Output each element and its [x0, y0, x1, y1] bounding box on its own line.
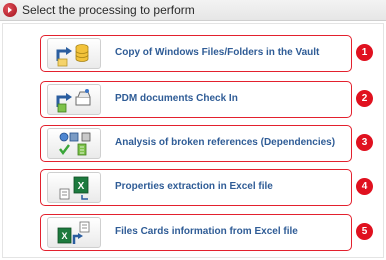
step-badge: 1: [356, 44, 373, 61]
svg-text:X: X: [61, 231, 67, 241]
check-in-icon: [47, 84, 101, 115]
action-label: Analysis of broken references (Dependenc…: [115, 137, 336, 148]
processing-dialog: Select the processing to perform Copy of…: [0, 0, 386, 260]
step-badge: 5: [356, 223, 373, 240]
step-badge: 3: [356, 134, 373, 151]
action-excel-export[interactable]: X Properties extraction in Excel file: [40, 169, 352, 206]
action-label: Copy of Windows Files/Folders in the Vau…: [115, 47, 320, 58]
action-label: Properties extraction in Excel file: [115, 181, 273, 192]
action-dependencies-analysis[interactable]: Analysis of broken references (Dependenc…: [40, 125, 352, 162]
action-label: PDM documents Check In: [115, 93, 238, 104]
action-excel-import[interactable]: X Files Cards information from Excel fil…: [40, 214, 352, 251]
excel-import-icon: X: [47, 217, 101, 248]
dependencies-analysis-icon: [47, 128, 101, 159]
svg-text:X: X: [78, 181, 85, 192]
excel-export-icon: X: [47, 172, 101, 203]
app-logo-icon: [3, 3, 17, 17]
step-badge: 4: [356, 178, 373, 195]
action-label: Files Cards information from Excel file: [115, 226, 298, 237]
step-badge: 2: [356, 90, 373, 107]
copy-to-vault-icon: [47, 38, 101, 69]
dialog-titlebar: Select the processing to perform: [0, 0, 386, 21]
dialog-title: Select the processing to perform: [22, 3, 195, 17]
action-copy-to-vault[interactable]: Copy of Windows Files/Folders in the Vau…: [40, 35, 352, 72]
action-check-in[interactable]: PDM documents Check In: [40, 81, 352, 118]
